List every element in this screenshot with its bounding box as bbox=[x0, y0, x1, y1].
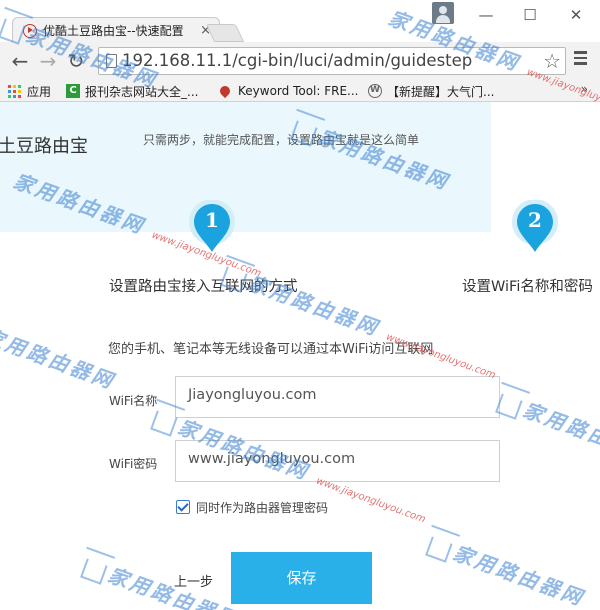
green-c-icon: C bbox=[66, 84, 80, 98]
bookmark-magazines[interactable]: C 报刊杂志网站大全_... bbox=[66, 82, 198, 100]
wifi-description: 您的手机、笔记本等无线设备可以通过本WiFi访问互联网 bbox=[108, 342, 434, 357]
wifi-password-input[interactable]: www.jiayongluyou.com bbox=[175, 440, 500, 482]
admin-password-checkbox[interactable] bbox=[176, 500, 190, 514]
minimize-button[interactable]: — bbox=[471, 4, 501, 26]
step-2-number: 2 bbox=[528, 208, 542, 232]
menu-icon[interactable] bbox=[574, 51, 588, 71]
browser-title-bar: 优酷土豆路由宝--快速配置 × — ☐ ✕ bbox=[0, 0, 600, 43]
bookmark-apps[interactable]: 应用 bbox=[8, 82, 51, 100]
page-icon bbox=[106, 54, 117, 68]
brand-title: 土豆路由宝 bbox=[0, 136, 88, 157]
wifi-password-label: WiFi密码 bbox=[109, 457, 158, 471]
page-content: 土豆路由宝 只需两步，就能完成配置，设置路由宝就是这么简单 1 设置路由宝接入互… bbox=[0, 102, 600, 610]
keyword-tool-icon bbox=[217, 83, 233, 99]
admin-password-checkbox-label[interactable]: 同时作为路由器管理密码 bbox=[196, 499, 328, 516]
step-1-number: 1 bbox=[205, 208, 219, 232]
wifi-name-label: WiFi名称 bbox=[109, 394, 158, 408]
url-text[interactable]: 192.168.11.1/cgi-bin/luci/admin/guideste… bbox=[122, 51, 472, 70]
address-bar[interactable]: 192.168.11.1/cgi-bin/luci/admin/guideste… bbox=[98, 47, 566, 75]
header-band: 土豆路由宝 只需两步，就能完成配置，设置路由宝就是这么简单 bbox=[0, 102, 491, 232]
apps-grid-icon bbox=[8, 84, 21, 98]
browser-tab[interactable]: 优酷土豆路由宝--快速配置 × bbox=[12, 17, 220, 43]
save-button[interactable]: 保存 bbox=[231, 552, 372, 604]
step-1-marker: 1 bbox=[188, 200, 236, 256]
user-profile-icon[interactable] bbox=[432, 2, 454, 24]
previous-step-link[interactable]: 上一步 bbox=[174, 571, 213, 590]
bookmark-new-reminder[interactable]: W 【新提醒】大气门... bbox=[368, 82, 494, 100]
back-button[interactable]: ← bbox=[8, 50, 32, 74]
wordpress-icon: W bbox=[368, 84, 382, 98]
more-bookmarks-icon[interactable]: » bbox=[581, 82, 588, 96]
youku-favicon-icon bbox=[23, 23, 37, 38]
forward-button[interactable]: → bbox=[36, 50, 60, 74]
wifi-name-input[interactable]: Jiayongluyou.com bbox=[175, 376, 500, 418]
close-window-button[interactable]: ✕ bbox=[561, 4, 591, 26]
tagline: 只需两步，就能完成配置，设置路由宝就是这么简单 bbox=[143, 133, 420, 147]
bookmark-star-icon[interactable]: ☆ bbox=[543, 49, 561, 73]
tab-title: 优酷土豆路由宝--快速配置 bbox=[43, 24, 184, 38]
step-2-label: 设置WiFi名称和密码 bbox=[462, 279, 593, 295]
step-2-marker: 2 bbox=[511, 200, 559, 256]
bookmarks-bar: 应用 C 报刊杂志网站大全_... Keyword Tool: FRE... W… bbox=[0, 80, 600, 102]
maximize-button[interactable]: ☐ bbox=[515, 4, 545, 26]
browser-toolbar: ← → ↻ 192.168.11.1/cgi-bin/luci/admin/gu… bbox=[0, 42, 600, 80]
step-1-label: 设置路由宝接入互联网的方式 bbox=[109, 279, 298, 295]
bookmark-keyword-tool[interactable]: Keyword Tool: FRE... bbox=[217, 82, 359, 100]
reload-button[interactable]: ↻ bbox=[64, 50, 88, 74]
